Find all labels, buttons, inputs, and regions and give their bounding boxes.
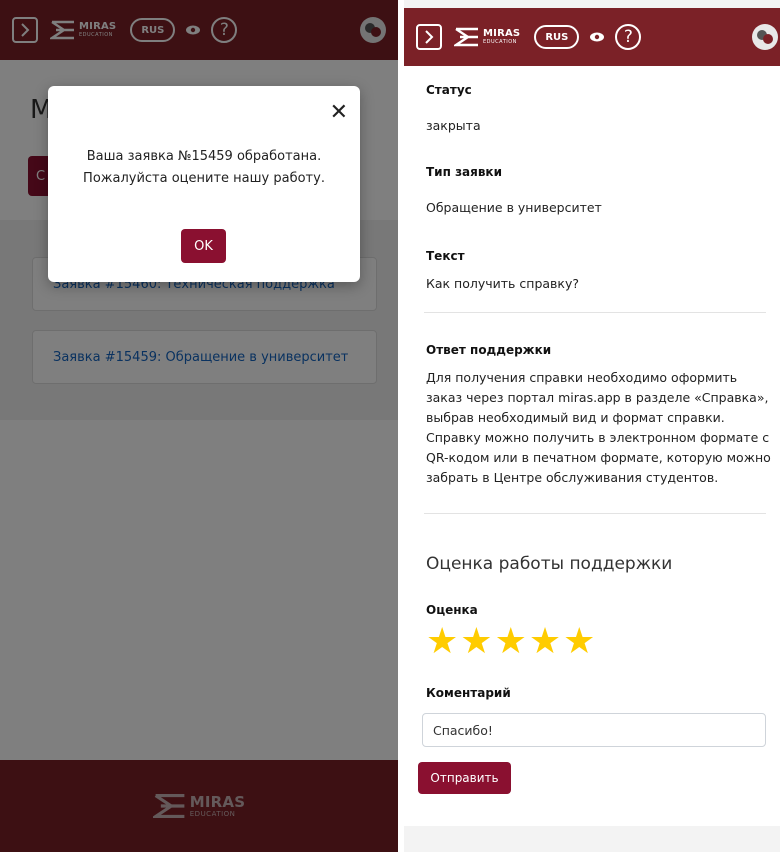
submit-button[interactable]: Отправить bbox=[418, 762, 511, 794]
star-icon[interactable]: ★ bbox=[495, 624, 527, 660]
expand-button[interactable] bbox=[416, 24, 442, 50]
rating-request-modal: ✕ Ваша заявка №15459 обработана. Пожалуй… bbox=[48, 86, 360, 282]
eye-icon[interactable] bbox=[589, 31, 605, 43]
comment-label: Коментарий bbox=[426, 686, 511, 700]
miras-logo[interactable]: MIRAS EDUCATION bbox=[454, 26, 520, 48]
chevron-right-icon bbox=[425, 30, 434, 44]
modal-message: Ваша заявка №15459 обработана. Пожалуйст… bbox=[48, 146, 360, 190]
status-label: Статус bbox=[426, 83, 472, 97]
star-rating[interactable]: ★ ★ ★ ★ ★ bbox=[426, 624, 597, 660]
divider bbox=[424, 513, 766, 514]
rating-label: Оценка bbox=[426, 603, 478, 617]
answer-text: Для получения справки необходимо оформит… bbox=[426, 370, 771, 485]
answer-label: Ответ поддержки bbox=[426, 343, 552, 357]
type-label: Тип заявки bbox=[426, 165, 502, 179]
close-icon[interactable]: ✕ bbox=[330, 102, 348, 124]
left-pane: MIRAS EDUCATION RUS ? М С Заявка #15460:… bbox=[0, 0, 398, 852]
text-value: Как получить справку? bbox=[426, 276, 579, 291]
star-icon[interactable]: ★ bbox=[563, 624, 595, 660]
rating-heading: Оценка работы поддержки bbox=[426, 554, 673, 574]
comment-input[interactable] bbox=[422, 713, 766, 747]
divider bbox=[424, 312, 766, 313]
help-icon[interactable]: ? bbox=[615, 24, 642, 50]
modal-line-2: Пожалуйста оцените нашу работу. bbox=[83, 171, 325, 186]
logo-subtitle: EDUCATION bbox=[483, 39, 517, 45]
request-detail: Статус закрыта Тип заявки Обращение в ун… bbox=[404, 66, 780, 826]
star-icon[interactable]: ★ bbox=[460, 624, 492, 660]
ok-button[interactable]: OK bbox=[181, 229, 226, 263]
language-toggle[interactable]: RUS bbox=[534, 25, 580, 49]
avatar[interactable] bbox=[752, 24, 778, 50]
status-value: закрыта bbox=[426, 118, 481, 133]
text-label: Текст bbox=[426, 249, 465, 263]
star-icon[interactable]: ★ bbox=[426, 624, 458, 660]
star-icon[interactable]: ★ bbox=[529, 624, 561, 660]
right-header: MIRAS EDUCATION RUS ? bbox=[404, 8, 780, 66]
miras-logo-mark-icon bbox=[454, 27, 478, 47]
type-value: Обращение в университет bbox=[426, 200, 602, 215]
logo-title: MIRAS bbox=[483, 28, 521, 39]
modal-line-1: Ваша заявка №15459 обработана. bbox=[86, 149, 322, 164]
